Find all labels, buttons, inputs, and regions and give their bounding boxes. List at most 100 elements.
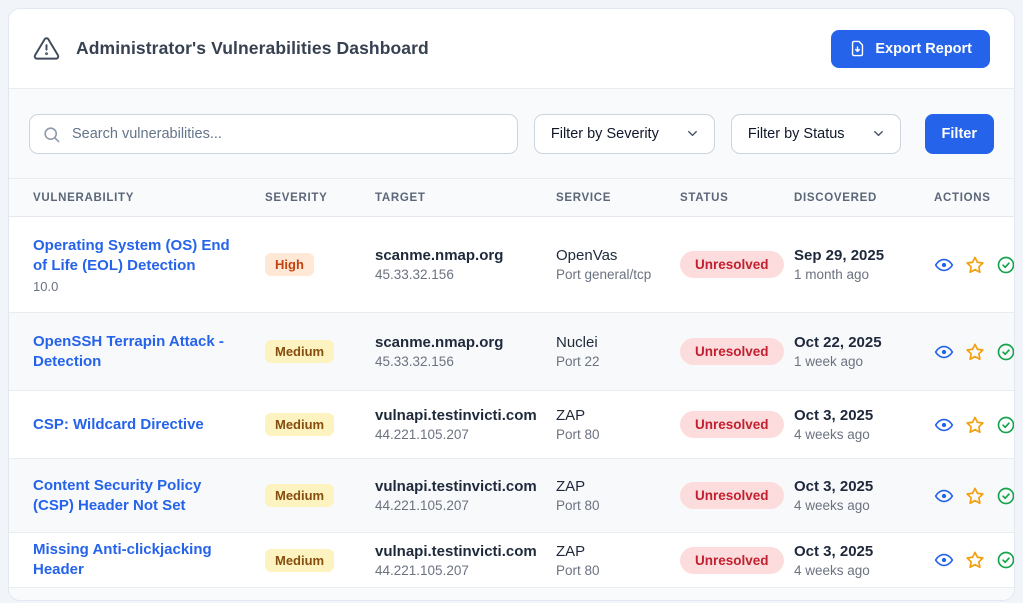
discovered-date: Oct 3, 2025	[794, 543, 926, 560]
resolve-button[interactable]	[996, 415, 1015, 435]
vulnerability-score: 10.0	[33, 279, 257, 294]
discovered-date: Oct 3, 2025	[794, 478, 926, 495]
status-cell: Unresolved	[672, 547, 786, 574]
dashboard-card: Administrator's Vulnerabilities Dashboar…	[8, 8, 1015, 601]
target-ip: 45.33.32.156	[375, 267, 548, 282]
service-cell: OpenVas Port general/tcp	[548, 247, 672, 282]
eye-icon	[934, 342, 954, 362]
status-filter-dropdown[interactable]: Filter by Status	[731, 114, 901, 154]
discovered-date: Sep 29, 2025	[794, 247, 926, 264]
check-circle-icon	[996, 550, 1015, 570]
status-badge: Unresolved	[680, 251, 784, 278]
table-row: OpenSSH Terrapin Attack - Detection Medi…	[9, 313, 1014, 391]
favorite-button[interactable]	[965, 550, 985, 570]
resolve-button[interactable]	[996, 486, 1015, 506]
service-name: OpenVas	[556, 247, 672, 264]
resolve-button[interactable]	[996, 255, 1015, 275]
discovered-ago: 1 month ago	[794, 267, 926, 282]
search-icon	[42, 125, 61, 144]
vulnerability-cell: Operating System (OS) End of Life (EOL) …	[25, 236, 257, 294]
check-circle-icon	[996, 342, 1015, 362]
severity-filter-label: Filter by Severity	[551, 126, 659, 142]
severity-badge: Medium	[265, 484, 334, 507]
favorite-button[interactable]	[965, 415, 985, 435]
resolve-button[interactable]	[996, 550, 1015, 570]
target-host: vulnapi.testinvicti.com	[375, 543, 548, 560]
favorite-button[interactable]	[965, 342, 985, 362]
column-header-target: Target	[367, 192, 548, 204]
view-button[interactable]	[934, 550, 954, 570]
severity-badge: High	[265, 253, 314, 276]
severity-cell: Medium	[257, 340, 367, 363]
discovered-ago: 4 weeks ago	[794, 498, 926, 513]
severity-cell: Medium	[257, 413, 367, 436]
severity-badge: Medium	[265, 413, 334, 436]
search-wrap	[29, 114, 518, 154]
filter-button[interactable]: Filter	[925, 114, 994, 154]
service-cell: ZAP Port 80	[548, 543, 672, 578]
discovered-date: Oct 3, 2025	[794, 407, 926, 424]
vulnerability-link[interactable]: Operating System (OS) End of Life (EOL) …	[33, 236, 257, 276]
chevron-down-icon	[871, 126, 886, 141]
vulnerability-link[interactable]: Content Security Policy (CSP) Header Not…	[33, 476, 257, 516]
target-ip: 45.33.32.156	[375, 354, 548, 369]
service-port: Port 80	[556, 498, 672, 513]
export-report-button[interactable]: Export Report	[831, 30, 990, 68]
status-cell: Unresolved	[672, 482, 786, 509]
service-port: Port 22	[556, 354, 672, 369]
eye-icon	[934, 415, 954, 435]
view-button[interactable]	[934, 486, 954, 506]
target-host: scanme.nmap.org	[375, 247, 548, 264]
severity-badge: Medium	[265, 340, 334, 363]
star-icon	[965, 255, 985, 275]
status-badge: Unresolved	[680, 338, 784, 365]
discovered-cell: Sep 29, 2025 1 month ago	[786, 247, 926, 282]
view-button[interactable]	[934, 342, 954, 362]
vulnerability-link[interactable]: OpenSSH Terrapin Attack - Detection	[33, 332, 257, 372]
service-cell: ZAP Port 80	[548, 478, 672, 513]
page-title: Administrator's Vulnerabilities Dashboar…	[76, 38, 429, 59]
vulnerability-link[interactable]: Missing Anti-clickjacking Header	[33, 540, 257, 580]
vulnerability-link[interactable]: CSP: Wildcard Directive	[33, 415, 257, 435]
favorite-button[interactable]	[965, 486, 985, 506]
star-icon	[965, 486, 985, 506]
target-host: scanme.nmap.org	[375, 334, 548, 351]
vulnerability-cell: OpenSSH Terrapin Attack - Detection	[25, 332, 257, 372]
severity-badge: Medium	[265, 549, 334, 572]
target-cell: scanme.nmap.org 45.33.32.156	[367, 334, 548, 369]
resolve-button[interactable]	[996, 342, 1015, 362]
service-cell: ZAP Port 80	[548, 407, 672, 442]
service-port: Port general/tcp	[556, 267, 672, 282]
target-ip: 44.221.105.207	[375, 498, 548, 513]
severity-cell: High	[257, 253, 367, 276]
severity-filter-dropdown[interactable]: Filter by Severity	[534, 114, 715, 154]
star-icon	[965, 550, 985, 570]
view-button[interactable]	[934, 255, 954, 275]
actions-cell	[926, 486, 1015, 506]
status-filter-label: Filter by Status	[748, 126, 845, 142]
column-header-vulnerability: Vulnerability	[25, 192, 257, 204]
favorite-button[interactable]	[965, 255, 985, 275]
column-header-service: Service	[548, 192, 672, 204]
service-name: ZAP	[556, 478, 672, 495]
check-circle-icon	[996, 415, 1015, 435]
eye-icon	[934, 486, 954, 506]
export-report-label: Export Report	[875, 41, 972, 57]
column-header-status: Status	[672, 192, 786, 204]
vulnerability-cell: CSP: Wildcard Directive	[25, 415, 257, 435]
search-input[interactable]	[29, 114, 518, 154]
severity-cell: Medium	[257, 484, 367, 507]
chevron-down-icon	[685, 126, 700, 141]
discovered-ago: 4 weeks ago	[794, 427, 926, 442]
discovered-cell: Oct 3, 2025 4 weeks ago	[786, 407, 926, 442]
table-row: Operating System (OS) End of Life (EOL) …	[9, 217, 1014, 313]
column-header-severity: Severity	[257, 192, 367, 204]
view-button[interactable]	[934, 415, 954, 435]
target-cell: scanme.nmap.org 45.33.32.156	[367, 247, 548, 282]
status-cell: Unresolved	[672, 338, 786, 365]
dashboard-header: Administrator's Vulnerabilities Dashboar…	[9, 9, 1014, 89]
service-port: Port 80	[556, 563, 672, 578]
eye-icon	[934, 255, 954, 275]
status-cell: Unresolved	[672, 251, 786, 278]
status-badge: Unresolved	[680, 547, 784, 574]
